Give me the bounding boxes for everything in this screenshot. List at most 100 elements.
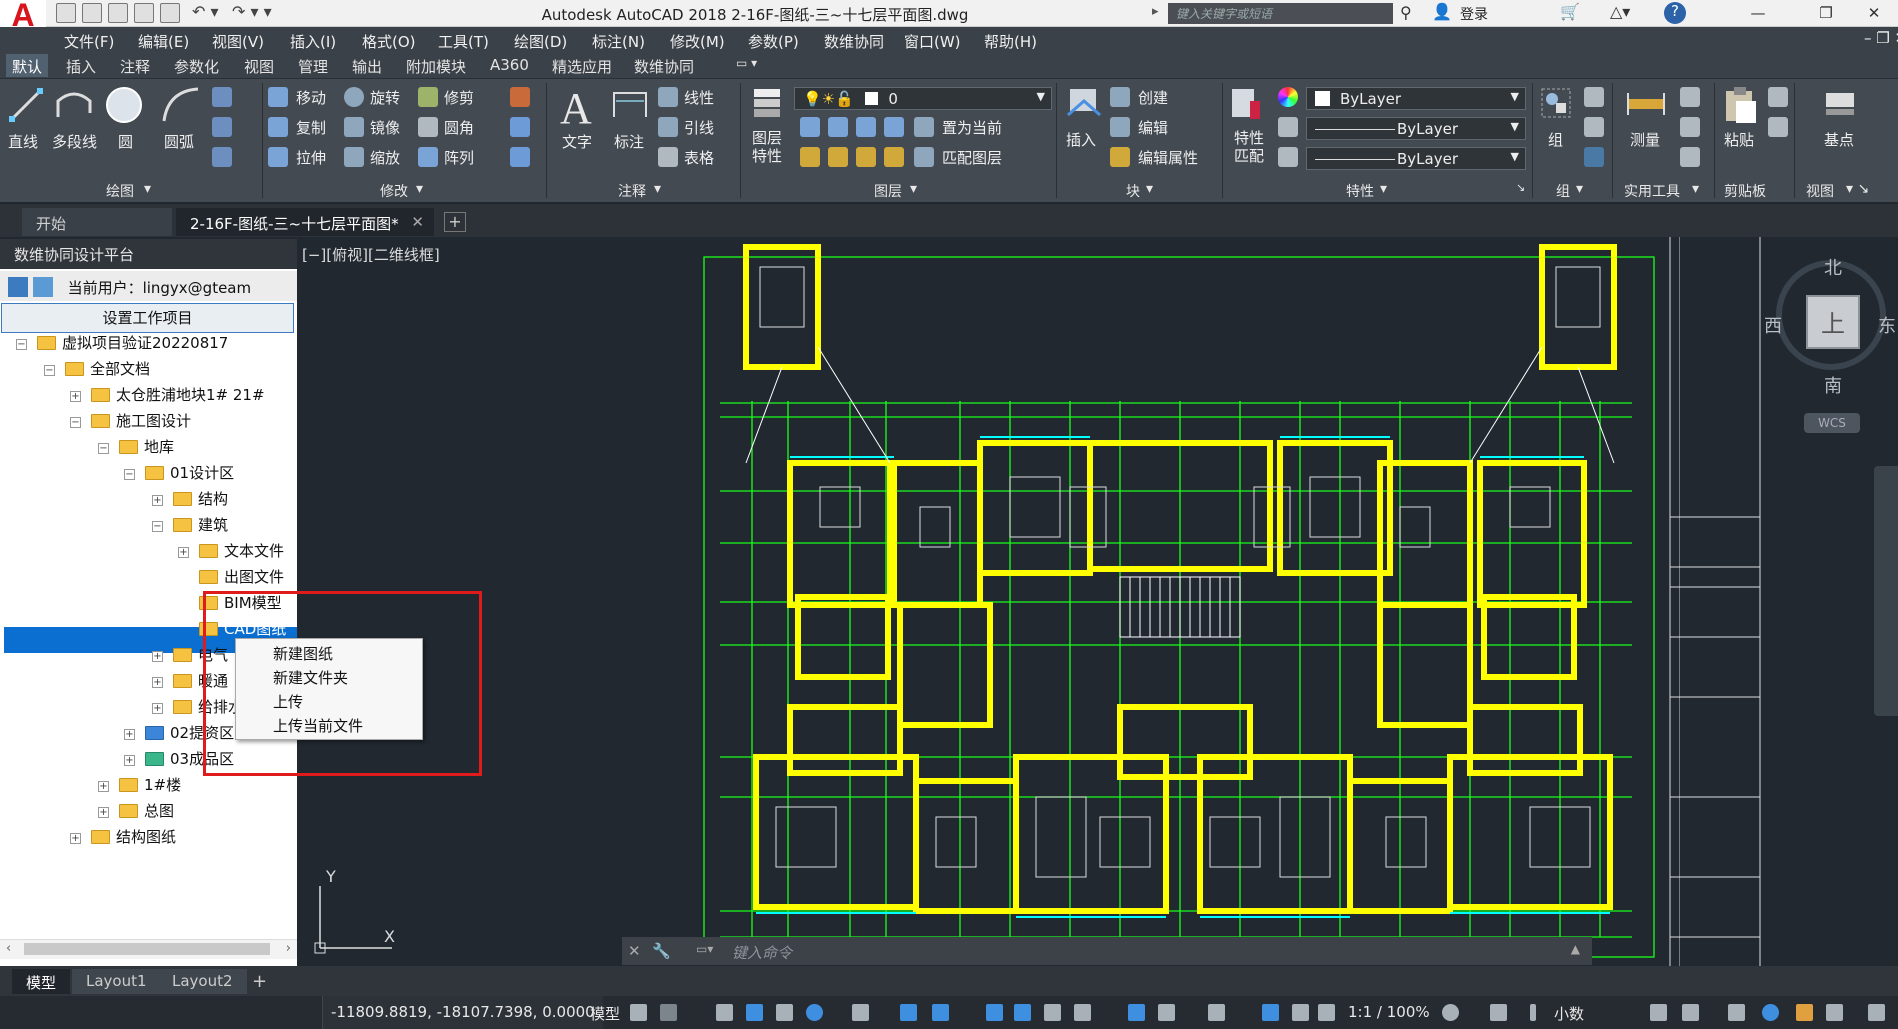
hardware-acceleration-icon[interactable] <box>1762 1004 1779 1021</box>
close-command-icon[interactable]: ✕ <box>628 942 641 960</box>
ribbon-toggle-icon[interactable]: ▭ ▾ <box>732 56 761 70</box>
text-label[interactable]: 文字 <box>562 131 592 152</box>
expand-toggle-icon[interactable]: + <box>124 755 135 766</box>
mirror-label[interactable]: 镜像 <box>370 117 400 138</box>
gear-icon[interactable] <box>1442 1004 1459 1021</box>
tab-manage[interactable]: 管理 <box>294 56 332 77</box>
chevron-down-icon[interactable]: ▾ <box>416 181 423 197</box>
group-select-icon[interactable] <box>1584 147 1604 167</box>
tree-item[interactable]: + 总图 <box>98 799 174 823</box>
scale-icon[interactable] <box>344 147 364 167</box>
offset-icon[interactable] <box>510 147 530 167</box>
tab-drawing[interactable]: 2-16F-图纸-三~十七层平面图* ✕ <box>176 208 434 236</box>
menu-draw[interactable]: 绘图(D) <box>514 31 567 52</box>
create-block-icon[interactable] <box>1110 87 1130 107</box>
expand-toggle-icon[interactable]: + <box>124 729 135 740</box>
gizmo-icon[interactable] <box>1208 1004 1225 1021</box>
base-view-icon[interactable] <box>1822 89 1858 119</box>
chevron-down-icon[interactable]: ▾ <box>1692 181 1699 197</box>
navigation-bar[interactable] <box>1874 466 1898 716</box>
copy-label[interactable]: 复制 <box>296 117 326 138</box>
leader-icon[interactable] <box>658 117 678 137</box>
scroll-left-icon[interactable]: ‹ <box>6 941 11 956</box>
search-input[interactable]: 键入关键字或短语 <box>1168 3 1393 24</box>
layer-dropdown[interactable]: 💡☀🔓 0 ▼ <box>794 87 1052 110</box>
panel-block-title[interactable]: 块 <box>1126 181 1140 201</box>
wcs-dropdown[interactable]: WCS <box>1804 413 1860 433</box>
panel-modify-title[interactable]: 修改 <box>380 181 408 201</box>
trim-label[interactable]: 修剪 <box>444 87 474 108</box>
menu-edit[interactable]: 编辑(E) <box>138 31 189 52</box>
tree-item[interactable]: − 施工图设计 <box>70 409 191 433</box>
tree-item[interactable]: + 文本文件 <box>178 539 284 563</box>
annotation-scale[interactable]: 1:1 / 100% <box>1348 1003 1430 1021</box>
print-icon[interactable] <box>160 3 180 23</box>
tab-default[interactable]: 默认 <box>6 54 49 77</box>
viewcube-west[interactable]: 西 <box>1764 312 1782 338</box>
menu-collab[interactable]: 数维协同 <box>824 31 884 52</box>
chevron-down-icon[interactable]: ▾ <box>1380 181 1387 197</box>
dynamic-input-icon[interactable] <box>746 1004 763 1021</box>
tab-insert[interactable]: 插入 <box>62 56 100 77</box>
calculator-icon[interactable] <box>1680 147 1700 167</box>
selection-cycling-icon[interactable] <box>1044 1004 1061 1021</box>
edit-block-icon[interactable] <box>1110 117 1130 137</box>
create-label[interactable]: 创建 <box>1138 87 1168 108</box>
tab-layout2[interactable]: Layout2 <box>158 969 247 994</box>
quick-properties-icon[interactable] <box>1650 1004 1667 1021</box>
match-properties-icon[interactable] <box>1230 85 1264 123</box>
viewcube-south[interactable]: 南 <box>1824 372 1842 398</box>
command-input[interactable]: 键入命令 <box>732 944 792 962</box>
expand-toggle-icon[interactable]: + <box>152 703 163 714</box>
chevron-down-icon[interactable]: ▾ <box>910 181 917 197</box>
tree-item[interactable]: + 结构图纸 <box>70 825 176 849</box>
menu-insert[interactable]: 插入(I) <box>290 31 336 52</box>
binoculars-icon[interactable]: ⚲ <box>1400 3 1412 22</box>
menu-parametric[interactable]: 参数(P) <box>748 31 799 52</box>
layer-properties-label[interactable]: 图层特性 <box>752 129 788 165</box>
ungroup-icon[interactable] <box>1584 87 1604 107</box>
panel-draw-title[interactable]: 绘图 <box>106 181 134 201</box>
fillet-label[interactable]: 圆角 <box>444 117 474 138</box>
minimize-icon[interactable]: — <box>1736 0 1780 27</box>
group-edit-icon[interactable] <box>1584 117 1604 137</box>
menu-dimension[interactable]: 标注(N) <box>592 31 645 52</box>
annotation-scale-icon[interactable] <box>1318 1004 1335 1021</box>
a360-icon[interactable]: △▾ <box>1610 2 1630 21</box>
set-project-button[interactable]: 设置工作项目 <box>1 303 294 333</box>
tab-a360[interactable]: A360 <box>486 56 533 74</box>
wrench-icon[interactable]: 🔧 <box>652 942 671 960</box>
rectangle-icon[interactable] <box>212 87 232 107</box>
table-label[interactable]: 表格 <box>684 147 714 168</box>
hatch-icon[interactable] <box>212 117 232 137</box>
expand-toggle-icon[interactable]: + <box>70 391 81 402</box>
layer-tool-icon[interactable] <box>828 147 848 167</box>
annotation-visibility-icon[interactable] <box>1262 1004 1279 1021</box>
base-label[interactable]: 基点 <box>1824 129 1854 150</box>
chevron-down-icon[interactable]: ▾ <box>654 181 661 197</box>
tab-layout1[interactable]: Layout1 <box>72 969 161 994</box>
menu-modify[interactable]: 修改(M) <box>670 31 725 52</box>
help-icon[interactable]: ? <box>1664 2 1686 24</box>
explode-icon[interactable] <box>510 117 530 137</box>
chevron-right-icon[interactable]: ▸ <box>1152 4 1159 19</box>
panel-groups-title[interactable]: 组 <box>1556 181 1570 201</box>
id-point-icon[interactable] <box>1680 87 1700 107</box>
point-icon[interactable] <box>1680 117 1700 137</box>
mirror-icon[interactable] <box>344 117 364 137</box>
menu-window[interactable]: 窗口(W) <box>904 31 961 52</box>
rotate-label[interactable]: 旋转 <box>370 87 400 108</box>
osnap-tracking-icon[interactable] <box>900 1004 917 1021</box>
lineweight-dropdown[interactable]: ByLayer ▼ <box>1306 147 1526 170</box>
layer-tool-icon[interactable] <box>856 117 876 137</box>
layer-tool-icon[interactable] <box>800 147 820 167</box>
new-file-icon[interactable] <box>56 3 76 23</box>
line-icon[interactable] <box>8 87 44 123</box>
expand-toggle-icon[interactable]: − <box>152 521 163 532</box>
edit-attr-icon[interactable] <box>1110 147 1130 167</box>
stretch-icon[interactable] <box>268 147 288 167</box>
menu-tools[interactable]: 工具(T) <box>438 31 489 52</box>
color-dropdown[interactable]: ByLayer ▼ <box>1306 87 1526 110</box>
isolate-objects-icon[interactable] <box>1728 1004 1745 1021</box>
menu-icon[interactable] <box>1868 1004 1885 1021</box>
